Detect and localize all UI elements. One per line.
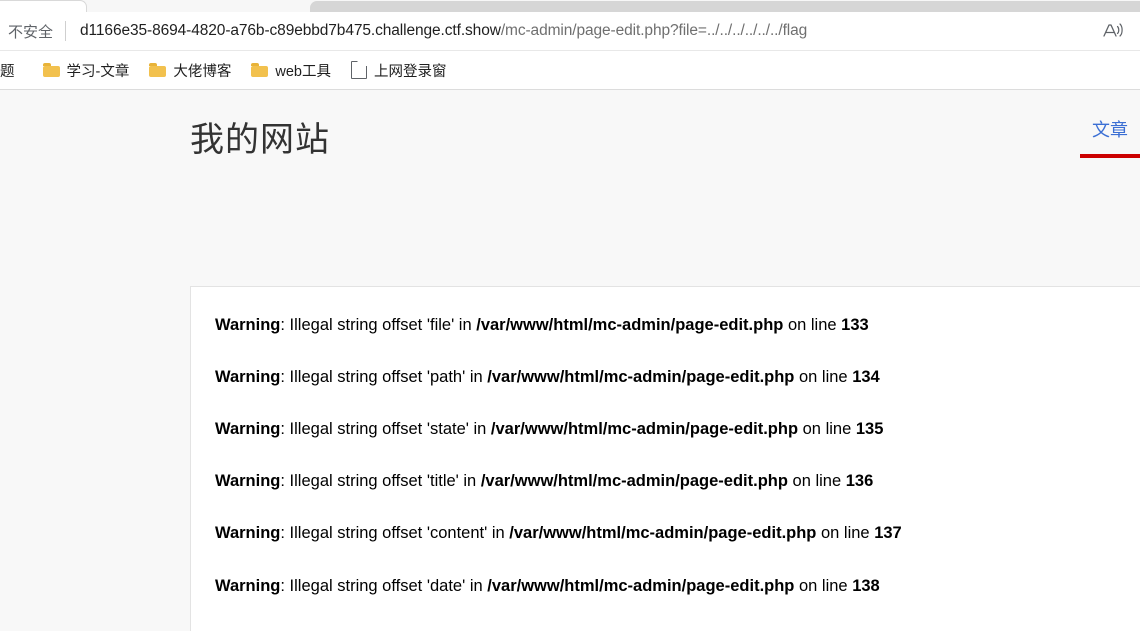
warning-file: /var/www/html/mc-admin/page-edit.php (480, 472, 788, 491)
warning-file: /var/www/html/mc-admin/page-edit.php (509, 524, 817, 543)
warning-file: /var/www/html/mc-admin/page-edit.php (476, 316, 784, 334)
browser-tab-1[interactable] (0, 0, 87, 12)
warning-message: : Illegal string offset 'path' in (280, 368, 488, 387)
url-host: d1166e35-8694-4820-a76b-c89ebbd7b475.cha… (80, 22, 501, 39)
warning-on-line: on line (816, 524, 875, 543)
php-warning-row: Warning: Illegal string offset 'state' i… (215, 419, 1110, 440)
warning-label: Warning (215, 368, 281, 387)
site-nav: 文章 (1080, 116, 1140, 142)
address-separator (65, 21, 67, 41)
read-aloud-icon[interactable] (1102, 21, 1124, 41)
warning-message: : Illegal string offset 'content' in (280, 524, 510, 543)
security-status-label[interactable]: 不安全 (0, 21, 53, 42)
bookmark-label: 大佬博客 (173, 63, 232, 80)
content-card-body: Warning: Illegal string offset 'file' in… (191, 287, 1140, 631)
warning-on-line: on line (798, 420, 856, 439)
php-warning-row: Warning: Illegal string offset 'date' in… (215, 576, 1110, 597)
bookmark-item-study[interactable]: 学习-文章 (35, 57, 138, 83)
warning-line-number: 135 (855, 420, 884, 439)
bookmark-label: 学习-文章 (66, 63, 130, 80)
page-viewport: 我的网站 文章 Warning: Illegal string offset '… (0, 90, 1140, 631)
warning-on-line: on line (794, 576, 853, 595)
warning-message: : Illegal string offset 'date' in (280, 576, 488, 595)
address-toolbar: 不安全 d1166e35-8694-4820-a76b-c89ebbd7b475… (0, 12, 1140, 50)
warning-file: /var/www/html/mc-admin/page-edit.php (487, 576, 795, 595)
warning-file: /var/www/html/mc-admin/page-edit.php (487, 368, 795, 387)
warning-line-number: 133 (841, 316, 869, 334)
browser-window: 不安全 d1166e35-8694-4820-a76b-c89ebbd7b475… (0, 0, 1140, 631)
folder-icon (149, 63, 167, 77)
bookmark-label: web工具 (275, 63, 331, 80)
php-warning-row: Warning: Illegal string offset 'time' in… (215, 628, 1110, 631)
bookmark-item-blog[interactable]: 大佬博客 (141, 57, 239, 83)
bookmark-label: 上网登录窗 (373, 63, 447, 80)
warning-label: Warning (215, 472, 281, 491)
php-warning-row: Warning: Illegal string offset 'path' in… (215, 367, 1110, 388)
php-warning-row: Warning: Illegal string offset 'title' i… (215, 471, 1110, 492)
content-card: Warning: Illegal string offset 'file' in… (190, 286, 1140, 631)
warning-on-line: on line (794, 368, 853, 387)
bookmark-item-login[interactable]: 上网登录窗 (343, 57, 455, 83)
document-icon (350, 60, 368, 79)
warning-message: : Illegal string offset 'state' in (280, 420, 491, 439)
folder-icon (251, 63, 269, 77)
bookmark-item-clipped[interactable]: 题 (0, 57, 23, 83)
warning-label: Warning (215, 420, 281, 439)
warning-on-line: on line (787, 472, 846, 491)
warning-label: Warning (215, 524, 281, 543)
php-warning-row: Warning: Illegal string offset 'content'… (215, 523, 1110, 544)
nav-link-articles[interactable]: 文章 (1080, 116, 1140, 142)
url-path: /mc-admin/page-edit.php?file=../../../..… (500, 22, 808, 39)
address-bar-url[interactable]: d1166e35-8694-4820-a76b-c89ebbd7b475.cha… (80, 22, 807, 40)
tab-strip (0, 0, 1140, 12)
warning-message: : Illegal string offset 'file' in (280, 316, 477, 334)
warning-line-number: 134 (852, 368, 880, 387)
bookmark-item-webtools[interactable]: web工具 (243, 57, 339, 83)
bookmark-label: 题 (0, 63, 15, 80)
warning-label: Warning (215, 316, 281, 334)
warning-label: Warning (215, 576, 281, 595)
warning-file: /var/www/html/mc-admin/page-edit.php (490, 420, 799, 439)
warning-on-line: on line (783, 316, 842, 334)
page-title: 我的网站 (190, 121, 330, 159)
php-warning-row: Warning: Illegal string offset 'file' in… (215, 315, 1110, 336)
warning-line-number: 136 (845, 472, 874, 491)
warning-line-number: 138 (852, 576, 880, 595)
warning-message: : Illegal string offset 'title' in (280, 472, 481, 491)
warning-line-number: 137 (874, 524, 902, 543)
nav-accent-bar (1080, 154, 1140, 158)
folder-icon (42, 63, 60, 77)
bookmarks-bar: 题 学习-文章 大佬博客 web工具 上网登录窗 (0, 51, 1140, 89)
site-header: 我的网站 文章 (0, 90, 1140, 176)
browser-tab-2[interactable] (310, 1, 1140, 12)
